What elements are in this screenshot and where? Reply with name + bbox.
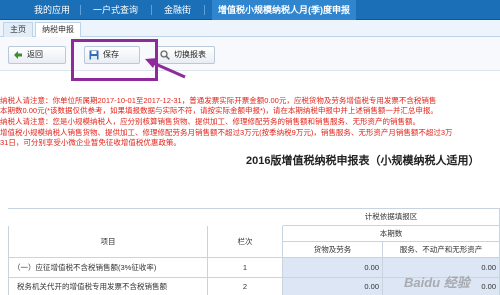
goods-amount-input[interactable]: 0.00: [283, 258, 383, 278]
table-row-number: 2: [208, 278, 283, 295]
column-header-row-number: 栏次: [208, 226, 283, 258]
tab-strip: 主页 纳税申报: [0, 20, 500, 37]
nav-separator: [80, 5, 81, 15]
back-button-label: 返回: [27, 50, 43, 59]
nav-item-finance-street[interactable]: 金融街: [164, 0, 191, 20]
switch-report-button-label: 切换报表: [174, 50, 206, 59]
back-arrow-icon: [14, 51, 22, 59]
nav-item-my-apps[interactable]: 我的应用: [34, 0, 70, 20]
table-row-number: 1: [208, 258, 283, 278]
watermark: Baidu 经验: [404, 275, 470, 290]
switch-report-button[interactable]: 切换报表: [155, 46, 215, 64]
notice-line: 纳税人请注意：你单位所属期2017-10-01至2017-12-31，普通发票实…: [0, 96, 437, 105]
notice-line: 纳税人请注意：您是小规模纳税人，应分别核算销售货物、提供加工、修理修配劳务的销售…: [0, 117, 420, 126]
highlight-box: [71, 39, 158, 81]
column-header-services-assets: 服务、不动产和无形资产: [383, 242, 500, 258]
nav-separator: [151, 5, 152, 15]
tab-home[interactable]: 主页: [3, 22, 33, 37]
magnifier-icon: [160, 50, 170, 60]
nav-separator: [204, 5, 205, 15]
back-button[interactable]: 返回: [8, 46, 66, 64]
notice-line: 增值税小规模纳税人销售货物、提供加工、修理修配劳务月销售额不超过3万元(按季纳税…: [0, 128, 453, 137]
goods-amount-input[interactable]: 0.00: [283, 278, 383, 295]
nav-item-one-stop-query[interactable]: 一户式查询: [93, 0, 138, 20]
table-row-item: （一）应征增值税不含税销售额(3%征收率): [8, 258, 208, 278]
column-header-goods-labor: 货物及劳务: [283, 242, 383, 258]
notice-line: 31日，可分别享受小微企业暂免征收增值税优惠政策。: [0, 138, 181, 147]
tab-tax-filing[interactable]: 纳税申报: [35, 22, 81, 37]
column-header-item: 项目: [8, 226, 208, 258]
nav-item-vat-small-scale-filing[interactable]: 增值税小规模纳税人月(季)度申报: [212, 0, 356, 20]
column-header-this-period: 本期数: [283, 226, 500, 242]
group-header: 计税依据填报区: [283, 209, 500, 226]
notice-line: 本期数0.00元(*该数据仅供参考，如果填报数据与实际不符，请按实际金额申报*)…: [0, 106, 438, 115]
form-title: 2016版增值税纳税申报表（小规模纳税人适用）: [246, 155, 480, 167]
table-row-item: 税务机关代开的增值税专用发票不含税销售额: [8, 278, 208, 295]
top-navigation-bar: 我的应用 一户式查询 金融街 增值税小规模纳税人月(季)度申报: [0, 0, 500, 20]
